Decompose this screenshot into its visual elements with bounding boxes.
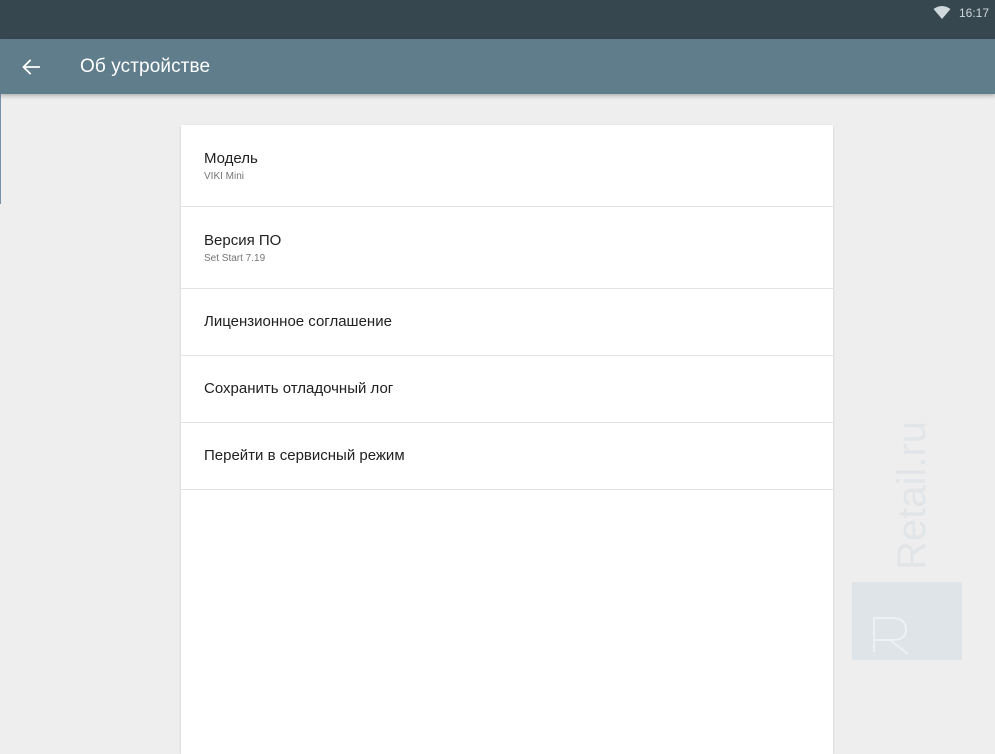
status-clock: 16:17 [958, 6, 989, 20]
settings-item-title: Модель [204, 150, 258, 167]
settings-item-software-version[interactable]: Версия ПО Set Start 7.19 [181, 207, 833, 289]
settings-item-save-debug-log[interactable]: Сохранить отладочный лог [181, 356, 833, 423]
status-bar: 16:17 [0, 0, 995, 39]
settings-card: Модель VIKI Mini Версия ПО Set Start 7.1… [181, 125, 833, 754]
settings-item-license-agreement[interactable]: Лицензионное соглашение [181, 289, 833, 356]
watermark-r-icon [873, 617, 909, 655]
settings-item-model[interactable]: Модель VIKI Mini [181, 125, 833, 207]
settings-item-title: Сохранить отладочный лог [204, 380, 394, 397]
arrow-back-icon [22, 58, 40, 75]
wifi-icon [933, 6, 951, 19]
left-edge-divider [0, 94, 9, 204]
settings-item-subtitle: VIKI Mini [204, 171, 245, 182]
settings-item-title: Версия ПО [204, 232, 282, 249]
watermark: Retail.ru [852, 421, 962, 662]
settings-item-subtitle: Set Start 7.19 [204, 253, 266, 264]
watermark-logo [852, 582, 962, 660]
settings-item-service-mode[interactable]: Перейти в сервисный режим [181, 423, 833, 490]
page-title: Об устройстве [80, 55, 211, 77]
app-bar: Об устройстве [0, 39, 995, 94]
back-button[interactable] [0, 39, 62, 94]
status-icons: 16:17 [933, 0, 989, 39]
settings-item-title: Перейти в сервисный режим [204, 447, 405, 464]
settings-item-title: Лицензионное соглашение [204, 313, 392, 330]
watermark-text: Retail.ru [890, 421, 934, 570]
